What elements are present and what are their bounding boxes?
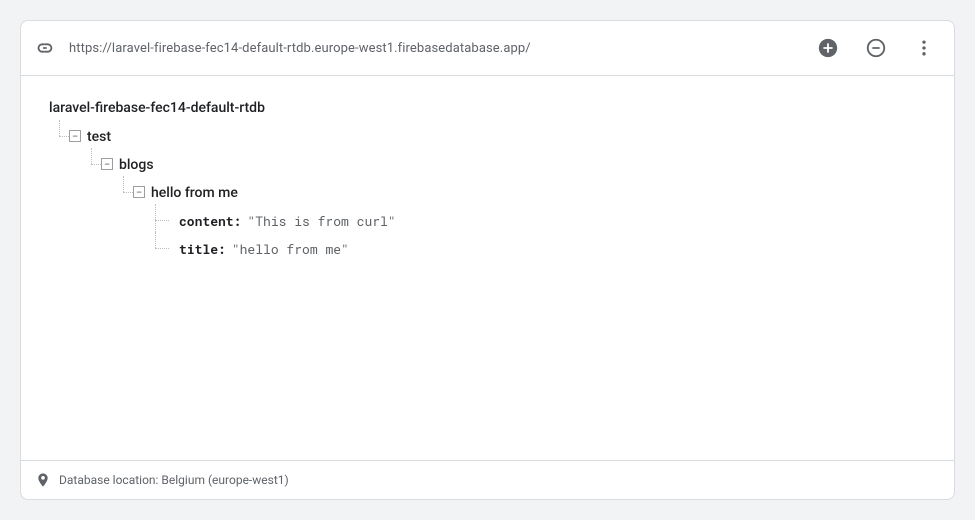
collapse-toggle[interactable]: − — [101, 158, 113, 170]
more-vert-icon — [914, 38, 934, 58]
leaf-key[interactable]: content — [173, 212, 241, 230]
tree-node-test: − test − blogs − hello from me — [49, 126, 930, 260]
leaf-value[interactable]: "This is from curl" — [241, 212, 395, 230]
remove-button[interactable] — [852, 24, 900, 72]
link-icon — [21, 37, 69, 59]
tree-body: laravel-firebase-fec14-default-rtdb − te… — [21, 76, 954, 460]
node-label[interactable]: hello from me — [145, 185, 238, 201]
tree-node-blogs: − blogs − hello from me content — [81, 154, 930, 260]
add-button[interactable] — [804, 24, 852, 72]
data-tree: − test − blogs − hello from me — [49, 126, 930, 260]
minus-circle-icon — [865, 37, 887, 59]
database-card: https://laravel-firebase-fec14-default-r… — [20, 20, 955, 500]
card-footer: Database location: Belgium (europe-west1… — [21, 460, 954, 499]
more-menu-button[interactable] — [900, 24, 948, 72]
card-header: https://laravel-firebase-fec14-default-r… — [21, 21, 954, 76]
leaf-value[interactable]: "hello from me" — [226, 240, 349, 258]
tree-node-hello-from-me: − hello from me content "This is from cu… — [113, 182, 930, 260]
location-icon — [35, 472, 51, 488]
collapse-toggle[interactable]: − — [133, 186, 145, 198]
tree-leaf-title: title "hello from me" — [145, 238, 930, 260]
node-label[interactable]: blogs — [113, 157, 154, 173]
leaf-key[interactable]: title — [173, 240, 226, 258]
collapse-toggle[interactable]: − — [69, 130, 81, 142]
node-label[interactable]: test — [81, 129, 111, 145]
plus-circle-icon — [817, 37, 839, 59]
root-node[interactable]: laravel-firebase-fec14-default-rtdb — [49, 100, 265, 120]
location-text: Database location: Belgium (europe-west1… — [59, 473, 289, 487]
tree-leaf-content: content "This is from curl" — [145, 210, 930, 232]
database-url[interactable]: https://laravel-firebase-fec14-default-r… — [69, 41, 804, 56]
